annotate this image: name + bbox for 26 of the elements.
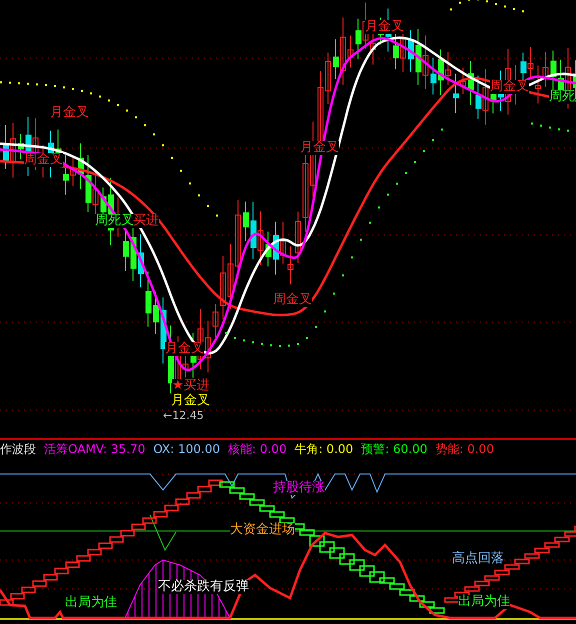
signal-label: 周金叉 bbox=[24, 153, 63, 167]
signal-label: 周死 bbox=[549, 90, 575, 104]
signal-label: 周金叉 bbox=[273, 293, 312, 307]
low-price-label: ←12.45 bbox=[163, 410, 204, 422]
indicator-value: 核能: 0.00 bbox=[228, 440, 287, 458]
signal-label: ★买进 bbox=[172, 379, 210, 393]
signal-label: 持股待涨 bbox=[273, 481, 325, 495]
signal-label: 月金叉 bbox=[165, 342, 204, 356]
signal-label: 月金叉 bbox=[50, 106, 89, 120]
indicator-value: 作波段 bbox=[0, 440, 36, 458]
indicator-value: 牛角: 0.00 bbox=[294, 440, 354, 458]
indicator-value: 势能: 0.00 bbox=[435, 440, 494, 458]
signal-label: 周死叉 bbox=[95, 214, 134, 228]
signal-label: 周金叉 bbox=[490, 80, 529, 94]
signal-label: 月金叉 bbox=[171, 394, 210, 408]
signal-label: 不必杀跌有反弹 bbox=[158, 580, 249, 594]
signal-label: 出局为佳 bbox=[458, 595, 510, 609]
signal-label: 高点回落 bbox=[452, 552, 504, 566]
signal-label: 大资金进场 bbox=[230, 523, 295, 537]
indicator-value: OX: 100.00 bbox=[153, 442, 220, 456]
signal-label: 月金叉 bbox=[300, 141, 339, 155]
signal-label: 月金叉 bbox=[365, 20, 404, 34]
indicator-value: 预警: 60.00 bbox=[361, 440, 428, 458]
signal-label: 出局为佳 bbox=[65, 596, 117, 610]
indicator-value: 活筹OAMV: 35.70 bbox=[44, 440, 146, 458]
signal-label: 买进 bbox=[133, 214, 159, 228]
